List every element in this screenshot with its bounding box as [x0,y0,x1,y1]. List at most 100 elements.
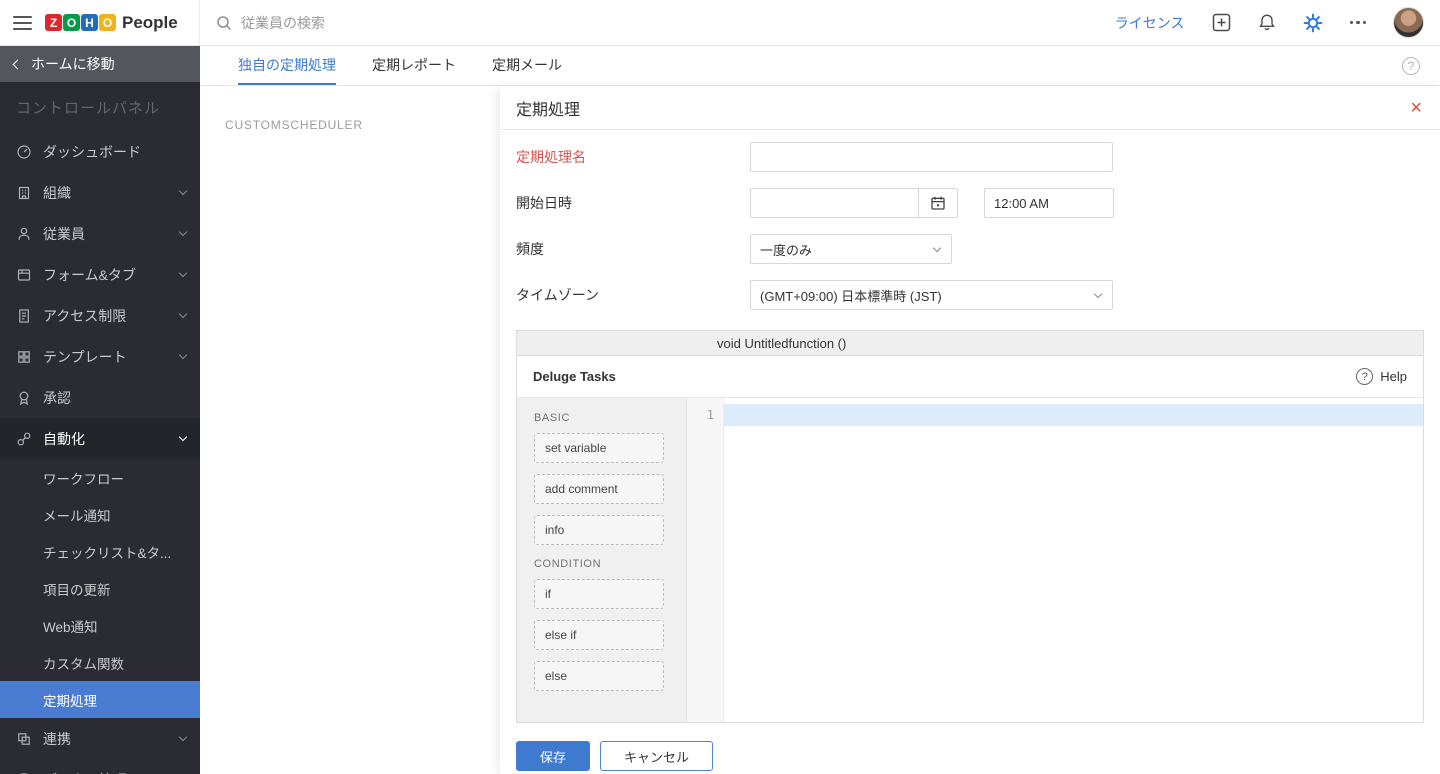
brand-area: Z O H O People [0,0,200,45]
save-button[interactable]: 保存 [516,741,591,771]
section-tabs: 独自の定期処理 定期レポート 定期メール ? [200,46,1440,86]
help-icon[interactable]: ? [1402,57,1420,75]
sidebar-subitem-field-update[interactable]: 項目の更新 [0,570,200,607]
line-number: 1 [706,408,714,422]
chevron-down-icon [178,732,188,742]
task-if[interactable]: if [534,579,664,609]
logo-letter: O [63,14,80,31]
calendar-icon [931,196,945,210]
chevron-down-icon [178,186,188,196]
scheduler-form-panel: 定期処理 × 定期処理名 開始日時 頻度 一度のみ [500,86,1440,774]
frequency-select[interactable]: 一度のみ [750,234,952,264]
product-name: People [122,12,178,32]
sidebar-item-forms-tabs[interactable]: フォーム&タブ [0,254,200,295]
back-to-home-label: ホームに移動 [31,56,115,72]
sidebar-item-organization[interactable]: 組織 [0,172,200,213]
sidebar-subitem-mail-notification[interactable]: メール通知 [0,496,200,533]
access-control-icon [16,308,32,324]
sidebar-subitem-custom-function[interactable]: カスタム関数 [0,644,200,681]
sidebar-subitem-web-notification[interactable]: Web通知 [0,607,200,644]
settings-gear-icon[interactable] [1303,13,1323,33]
function-signature: void Untitledfunction () [517,331,1423,356]
global-search [200,14,1115,31]
task-set-variable[interactable]: set variable [534,433,664,463]
automation-icon [16,431,32,447]
palette-group-basic: BASIC [534,412,571,424]
topbar-actions: ライセンス [1115,7,1440,38]
zoho-people-app: Z O H O People ライセンス [0,0,1440,774]
code-editor-area[interactable] [724,398,1423,722]
chevron-down-icon [178,268,188,278]
chevron-left-icon [12,59,23,69]
sidebar-item-approvals[interactable]: 承認 [0,377,200,418]
frequency-value: 一度のみ [760,242,813,258]
deluge-function-editor: void Untitledfunction () Deluge Tasks ? … [516,330,1424,723]
close-icon[interactable]: × [1410,98,1422,118]
task-else-if[interactable]: else if [534,620,664,650]
sidebar: ホームに移動 コントロールパネル ダッシュボード 組織 従業員 フォーム&タブ … [0,46,200,774]
scheduler-name-label: 定期処理名 [516,149,586,165]
editor-body: BASIC set variable add comment info COND… [517,398,1423,722]
hamburger-menu-icon[interactable] [13,15,32,30]
timezone-select[interactable]: (GMT+09:00) 日本標準時 (JST) [750,280,1113,310]
chevron-down-icon [178,432,188,442]
top-bar: Z O H O People ライセンス [0,0,1440,46]
user-avatar[interactable] [1393,7,1424,38]
list-panel-title: CUSTOMSCHEDULER [225,118,363,132]
tab-scheduled-report[interactable]: 定期レポート [372,46,456,85]
task-add-comment[interactable]: add comment [534,474,664,504]
help-icon: ? [1356,368,1374,385]
deluge-tasks-header: Deluge Tasks ? Help [517,356,1423,398]
integration-icon [16,731,32,747]
sidebar-item-access-control[interactable]: アクセス制限 [0,295,200,336]
sidebar-subitem-scheduler[interactable]: 定期処理 [0,681,200,718]
line-number-gutter: 1 [687,398,724,722]
timezone-value: (GMT+09:00) 日本標準時 (JST) [760,288,942,304]
start-date-input[interactable] [750,188,918,218]
sidebar-section-title: コントロールパネル [16,100,161,117]
tab-scheduled-mail[interactable]: 定期メール [492,46,562,85]
logo-letter: O [99,14,116,31]
tab-custom-scheduler[interactable]: 独自の定期処理 [238,46,336,85]
employee-icon [16,226,32,242]
add-icon[interactable] [1212,13,1231,32]
chevron-down-icon [178,309,188,319]
chevron-down-icon [178,227,188,237]
task-else[interactable]: else [534,661,664,691]
scheduler-list-panel: CUSTOMSCHEDULER [200,86,500,774]
logo-letter: Z [45,14,62,31]
templates-icon [16,349,32,365]
chevron-down-icon [932,243,942,252]
search-input[interactable] [241,14,661,31]
active-code-line[interactable] [724,404,1423,426]
sidebar-subitem-workflow[interactable]: ワークフロー [0,459,200,496]
forms-tabs-icon [16,267,32,283]
scheduler-name-input[interactable] [750,142,1113,172]
form-footer: 保存 キャンセル [500,723,1440,774]
scheduler-form: 定期処理名 開始日時 頻度 一度のみ タイムゾーン [500,130,1440,310]
sidebar-item-data-administration[interactable]: データの管理 [0,759,200,774]
chevron-down-icon [178,350,188,360]
task-info[interactable]: info [534,515,664,545]
zoho-people-logo[interactable]: Z O H O People [45,13,178,33]
cancel-button[interactable]: キャンセル [600,741,714,771]
notifications-bell-icon[interactable] [1258,13,1276,32]
calendar-picker-button[interactable] [918,188,958,218]
sidebar-subitem-checklist[interactable]: チェックリスト&タ... [0,533,200,570]
back-to-home-button[interactable]: ホームに移動 [0,46,200,82]
editor-help-button[interactable]: ? Help [1356,368,1407,385]
start-time-input[interactable] [984,188,1114,218]
panel-title: 定期処理 [516,101,581,119]
sidebar-item-templates[interactable]: テンプレート [0,336,200,377]
sidebar-item-automation[interactable]: 自動化 [0,418,200,459]
license-link[interactable]: ライセンス [1115,13,1185,33]
more-options-icon[interactable] [1349,20,1366,25]
start-datetime-label: 開始日時 [516,195,572,211]
timezone-label: タイムゾーン [516,287,600,303]
sidebar-item-dashboard[interactable]: ダッシュボード [0,131,200,172]
organization-icon [16,185,32,201]
frequency-label: 頻度 [516,241,544,257]
panel-header: 定期処理 × [500,86,1440,130]
sidebar-item-employees[interactable]: 従業員 [0,213,200,254]
sidebar-item-integration[interactable]: 連携 [0,718,200,759]
